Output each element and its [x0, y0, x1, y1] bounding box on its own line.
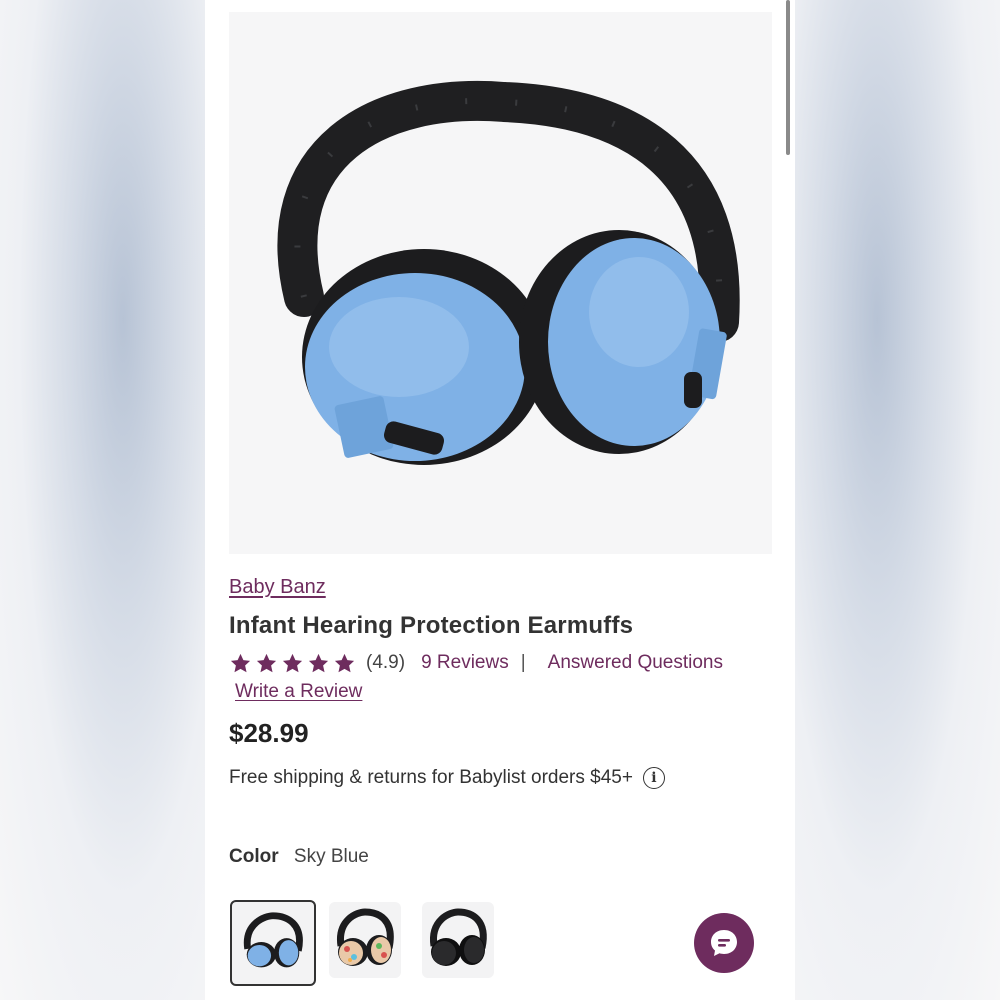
brand-link[interactable]: Baby Banz	[229, 576, 326, 599]
star-icon	[230, 653, 251, 672]
answered-questions-link[interactable]: Answered Questions	[548, 652, 723, 674]
rating-row: (4.9) 9 Reviews | Answered Questions	[229, 650, 723, 676]
info-circle-icon[interactable]: i	[642, 767, 665, 789]
star-icon	[256, 653, 277, 672]
shipping-text: Free shipping & returns for Babylist ord…	[229, 767, 633, 788]
swatch-sky-blue[interactable]	[230, 900, 316, 986]
write-review-link[interactable]: Write a Review	[235, 681, 362, 703]
shipping-info: Free shipping & returns for Babylist ord…	[229, 767, 665, 789]
price: $28.99	[229, 718, 309, 748]
swatch-pattern[interactable]	[329, 902, 401, 978]
blurred-background-left	[0, 0, 205, 1000]
reviews-link[interactable]: 9 Reviews	[421, 652, 509, 674]
earmuffs-black-thumbnail	[430, 908, 487, 966]
color-value: Sky Blue	[293, 846, 369, 867]
chat-bubble-icon	[711, 930, 737, 956]
rating-value: (4.9)	[366, 652, 406, 673]
product-title: Infant Hearing Protection Earmuffs	[229, 612, 634, 639]
chat-button[interactable]	[694, 913, 754, 973]
earmuffs-pattern-thumbnail	[337, 908, 394, 966]
scrollbar[interactable]	[786, 0, 790, 155]
blurred-background-right	[795, 0, 1000, 1000]
star-icon	[308, 653, 329, 672]
product-image[interactable]	[229, 12, 772, 554]
star-icon	[282, 653, 303, 672]
swatch-black[interactable]	[422, 902, 494, 978]
star-rating	[229, 652, 356, 675]
earmuffs-blue-thumbnail	[243, 912, 303, 968]
star-icon	[334, 653, 355, 672]
color-row: Color Sky Blue	[229, 846, 369, 868]
color-label: Color	[229, 846, 279, 867]
separator: |	[520, 652, 526, 673]
earmuffs-image	[277, 81, 740, 465]
product-page: Baby Banz Infant Hearing Protection Earm…	[205, 0, 795, 1000]
